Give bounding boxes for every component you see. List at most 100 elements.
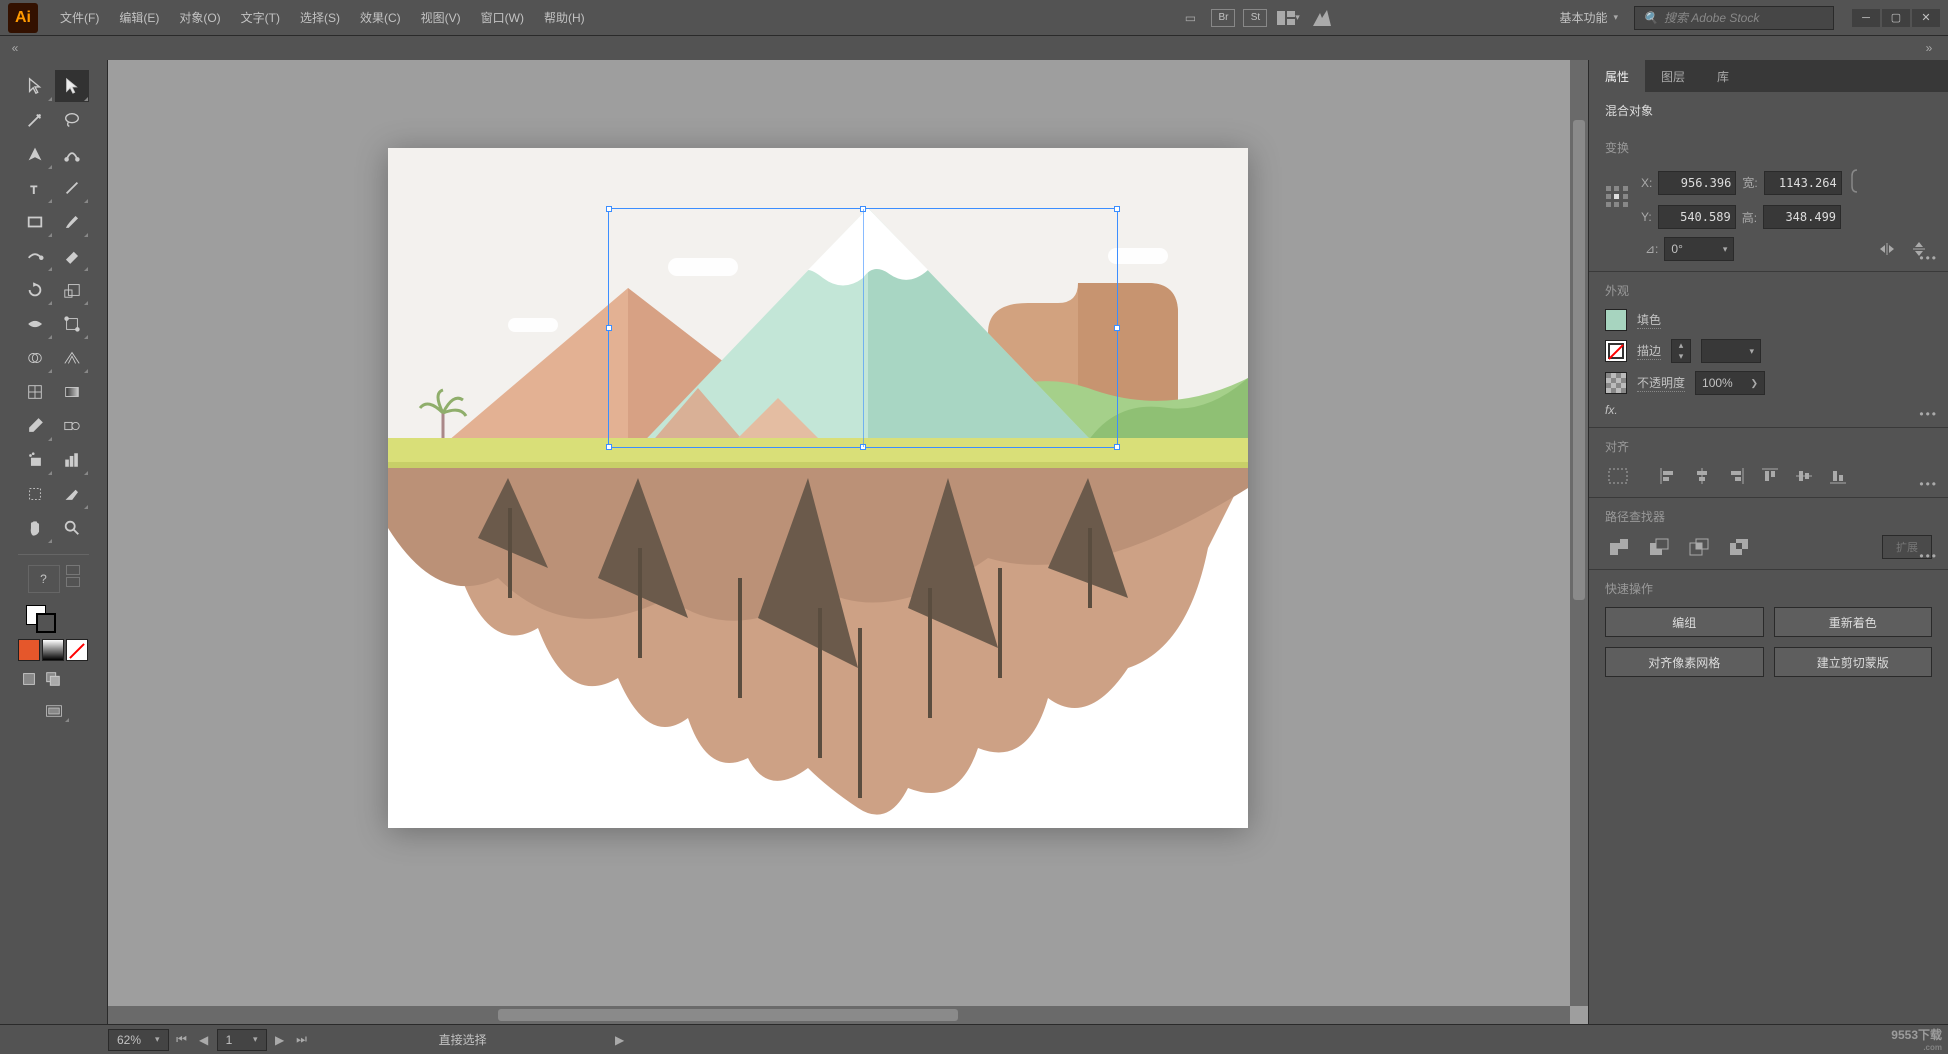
stock-search-input[interactable]: 🔍 搜索 Adobe Stock xyxy=(1634,6,1834,30)
align-top-button[interactable] xyxy=(1757,465,1783,487)
first-artboard-button[interactable]: ⏮ xyxy=(173,1030,191,1050)
free-transform-tool[interactable] xyxy=(55,308,90,340)
pathfinder-intersect-button[interactable] xyxy=(1685,535,1713,559)
align-more-button[interactable]: ••• xyxy=(1919,477,1938,491)
draw-normal-button[interactable] xyxy=(18,669,40,689)
align-mode-button[interactable] xyxy=(1605,465,1631,487)
menu-view[interactable]: 视图(V) xyxy=(411,0,471,36)
align-left-button[interactable] xyxy=(1655,465,1681,487)
stroke-weight-stepper[interactable]: ▴▾ xyxy=(1671,339,1691,363)
zoom-level-dropdown[interactable]: 62% ▾ xyxy=(108,1029,169,1051)
align-vcenter-button[interactable] xyxy=(1791,465,1817,487)
horizontal-scrollbar[interactable] xyxy=(108,1006,1570,1024)
test-screen-icon[interactable]: ▭ xyxy=(1177,7,1203,29)
group-button[interactable]: 编组 xyxy=(1605,607,1764,637)
collapse-toolbar-button[interactable]: « xyxy=(0,41,30,55)
stroke-label[interactable]: 描边 xyxy=(1637,342,1661,360)
fill-color-swatch[interactable] xyxy=(1605,309,1627,331)
curvature-tool[interactable] xyxy=(55,138,90,170)
vertical-scrollbar[interactable] xyxy=(1570,60,1588,1006)
bridge-icon[interactable]: Br xyxy=(1211,9,1235,27)
edit-toolbar-button[interactable]: ? xyxy=(28,565,60,593)
y-input[interactable] xyxy=(1658,205,1736,229)
link-dimensions-icon[interactable] xyxy=(1848,166,1866,199)
pathfinder-minus-front-button[interactable] xyxy=(1645,535,1673,559)
menu-edit[interactable]: 编辑(E) xyxy=(109,0,169,36)
graph-tool[interactable] xyxy=(55,444,90,476)
line-tool[interactable] xyxy=(55,172,90,204)
perspective-tool[interactable] xyxy=(55,342,90,374)
tab-libraries[interactable]: 库 xyxy=(1701,60,1745,92)
transform-more-button[interactable]: ••• xyxy=(1919,251,1938,265)
artboard-tool[interactable] xyxy=(18,478,53,510)
flip-horizontal-button[interactable] xyxy=(1874,238,1900,260)
opacity-label[interactable]: 不透明度 xyxy=(1637,374,1685,392)
menu-file[interactable]: 文件(F) xyxy=(50,0,109,36)
width-input[interactable] xyxy=(1764,171,1842,195)
window-maximize-button[interactable]: ▢ xyxy=(1882,9,1910,27)
canvas-area[interactable]: 未标题-1.ai @ 62% (RGB/GPU 预览) × xyxy=(108,60,1588,1024)
stroke-color-swatch[interactable] xyxy=(1605,340,1627,362)
collapse-panels-button[interactable]: » xyxy=(1918,41,1948,55)
eraser-tool[interactable] xyxy=(55,240,90,272)
pathfinder-exclude-button[interactable] xyxy=(1725,535,1753,559)
draw-behind-button[interactable] xyxy=(42,669,64,689)
width-tool[interactable] xyxy=(18,308,53,340)
default-fill-stroke-icon[interactable] xyxy=(66,577,80,587)
artboard-number-input[interactable]: 1▾ xyxy=(217,1029,267,1051)
stroke-weight-input[interactable]: ▾ xyxy=(1701,339,1761,363)
arrange-icon[interactable]: ▾ xyxy=(1275,7,1301,29)
appearance-more-button[interactable]: ••• xyxy=(1919,407,1938,421)
make-clip-mask-button[interactable]: 建立剪切蒙版 xyxy=(1774,647,1933,677)
last-artboard-button[interactable]: ⏭ xyxy=(293,1030,311,1050)
type-tool[interactable]: T xyxy=(18,172,53,204)
symbol-sprayer-tool[interactable] xyxy=(18,444,53,476)
fill-label[interactable]: 填色 xyxy=(1637,311,1661,329)
menu-window[interactable]: 窗口(W) xyxy=(471,0,534,36)
gradient-mode-button[interactable] xyxy=(42,639,64,661)
gradient-tool[interactable] xyxy=(55,376,90,408)
opacity-input[interactable]: 100% ❯ xyxy=(1695,371,1765,395)
recolor-button[interactable]: 重新着色 xyxy=(1774,607,1933,637)
pen-tool[interactable] xyxy=(18,138,53,170)
none-mode-button[interactable] xyxy=(66,639,88,661)
align-pixel-grid-button[interactable]: 对齐像素网格 xyxy=(1605,647,1764,677)
color-mode-button[interactable] xyxy=(18,639,40,661)
lasso-tool[interactable] xyxy=(55,104,90,136)
menu-select[interactable]: 选择(S) xyxy=(290,0,350,36)
blend-tool[interactable] xyxy=(55,410,90,442)
height-input[interactable] xyxy=(1763,205,1841,229)
shaper-tool[interactable] xyxy=(18,240,53,272)
align-right-button[interactable] xyxy=(1723,465,1749,487)
hand-tool[interactable] xyxy=(18,512,53,544)
rectangle-tool[interactable] xyxy=(18,206,53,238)
opacity-swatch[interactable] xyxy=(1605,372,1627,394)
next-artboard-button[interactable]: ▶ xyxy=(271,1030,289,1050)
stroke-swatch[interactable] xyxy=(36,613,56,633)
direct-selection-tool[interactable] xyxy=(55,70,90,102)
tab-properties[interactable]: 属性 xyxy=(1589,60,1645,92)
tab-layers[interactable]: 图层 xyxy=(1645,60,1701,92)
menu-object[interactable]: 对象(O) xyxy=(169,0,230,36)
screen-mode-button[interactable] xyxy=(38,699,70,723)
menu-type[interactable]: 文字(T) xyxy=(231,0,290,36)
slice-tool[interactable] xyxy=(55,478,90,510)
eyedropper-tool[interactable] xyxy=(18,410,53,442)
window-close-button[interactable]: ✕ xyxy=(1912,9,1940,27)
zoom-tool[interactable] xyxy=(55,512,90,544)
prev-artboard-button[interactable]: ◀ xyxy=(195,1030,213,1050)
shape-builder-tool[interactable] xyxy=(18,342,53,374)
window-minimize-button[interactable]: ─ xyxy=(1852,9,1880,27)
align-bottom-button[interactable] xyxy=(1825,465,1851,487)
menu-effect[interactable]: 效果(C) xyxy=(350,0,411,36)
selection-tool[interactable] xyxy=(18,70,53,102)
mesh-tool[interactable] xyxy=(18,376,53,408)
status-flyout-button[interactable]: ▶ xyxy=(611,1030,629,1050)
x-input[interactable] xyxy=(1658,171,1736,195)
menu-help[interactable]: 帮助(H) xyxy=(534,0,595,36)
reference-point-selector[interactable] xyxy=(1605,185,1631,211)
workspace-switcher[interactable]: 基本功能 ▾ xyxy=(1551,6,1626,30)
align-hcenter-button[interactable] xyxy=(1689,465,1715,487)
pathfinder-more-button[interactable]: ••• xyxy=(1919,549,1938,563)
scale-tool[interactable] xyxy=(55,274,90,306)
